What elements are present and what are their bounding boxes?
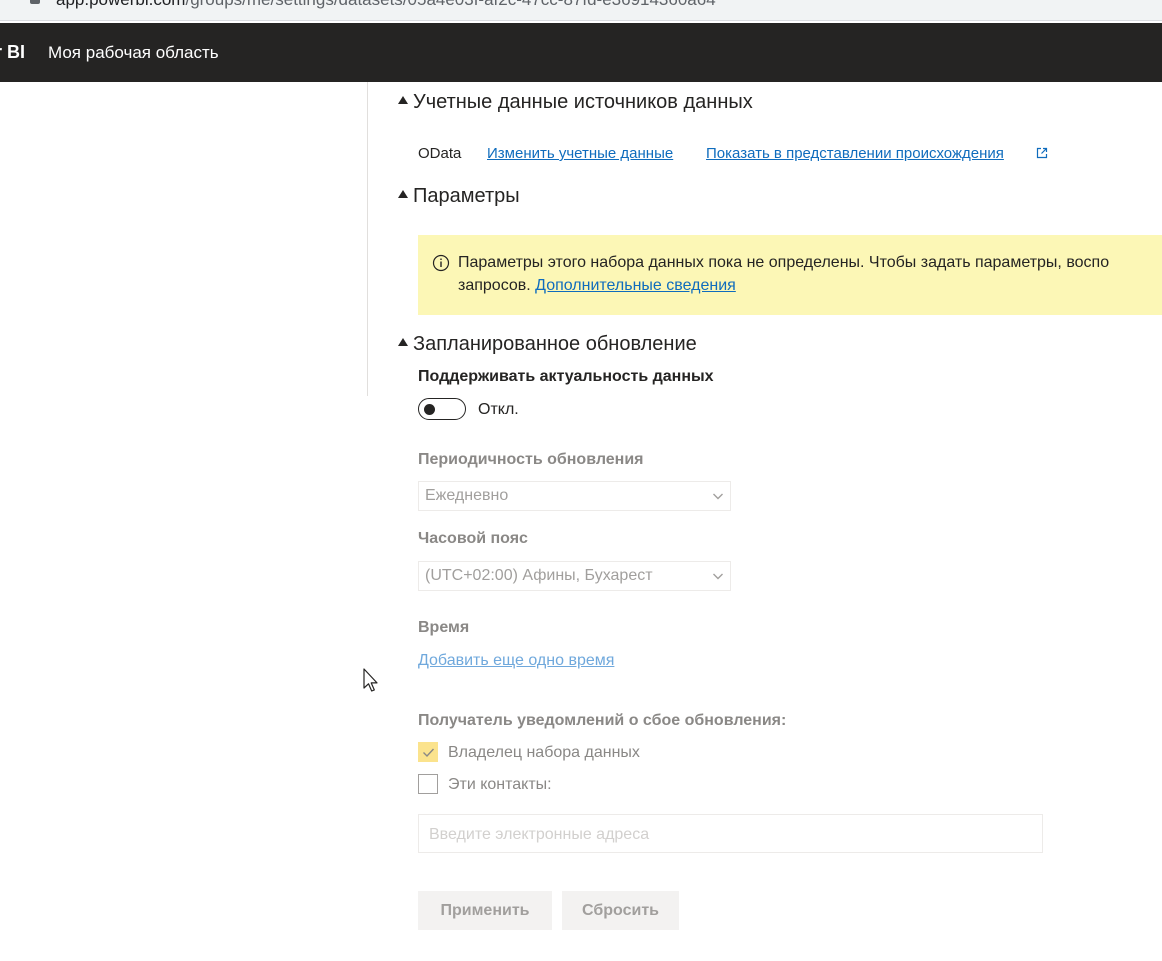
learn-more-link[interactable]: Дополнительные сведения xyxy=(535,277,736,294)
collapse-triangle-icon xyxy=(398,96,408,104)
refresh-frequency-select[interactable]: Ежедневно xyxy=(418,481,731,511)
app-header: r BI Моя рабочая область xyxy=(0,23,1162,82)
parameters-notice: Параметры этого набора данных пока не оп… xyxy=(418,235,1162,315)
notice-text-line2: запросов. Дополнительные сведения xyxy=(458,277,736,295)
reset-button[interactable]: Сбросить xyxy=(562,891,679,930)
show-lineage-link[interactable]: Показать в представлении происхождения xyxy=(706,145,1004,162)
failure-notification-label: Получатель уведомлений о сбое обновления… xyxy=(418,712,787,729)
apply-button[interactable]: Применить xyxy=(418,891,552,930)
toggle-knob xyxy=(424,404,435,415)
credentials-section-header[interactable]: Учетные данные источников данных xyxy=(398,91,753,114)
url-path: /groups/me/settings/datasets/05a4e03f-af… xyxy=(185,0,715,9)
time-zone-label: Часовой пояс xyxy=(418,530,528,547)
owner-checkbox[interactable] xyxy=(418,742,438,762)
notice-text: Параметры этого набора данных пока не оп… xyxy=(458,254,1110,271)
url-host: app.powerbi.com xyxy=(56,0,185,9)
datasource-type: OData xyxy=(418,145,462,162)
collapse-triangle-icon xyxy=(398,338,408,346)
section-title: Параметры xyxy=(413,185,520,207)
email-addresses-input[interactable]: Введите электронные адреса xyxy=(418,814,1043,853)
notice-text-tail: запросов. xyxy=(458,277,531,294)
chevron-down-icon xyxy=(713,493,723,500)
keep-data-updated-label: Поддерживать актуальность данных xyxy=(418,368,714,385)
lock-icon xyxy=(30,0,40,4)
edit-credentials-link[interactable]: Изменить учетные данные xyxy=(487,145,673,162)
section-title: Запланированное обновление xyxy=(413,333,697,355)
checkmark-icon xyxy=(423,748,435,758)
contacts-checkbox-label: Эти контакты: xyxy=(448,776,552,793)
email-placeholder: Введите электронные адреса xyxy=(429,826,650,843)
toggle-state-label: Откл. xyxy=(478,401,519,418)
mouse-cursor-icon xyxy=(363,668,378,692)
section-title: Учетные данные источников данных xyxy=(413,91,753,113)
refresh-frequency-label: Периодичность обновления xyxy=(418,451,644,468)
left-pane-divider xyxy=(367,82,368,396)
contacts-checkbox[interactable] xyxy=(418,774,438,794)
parameters-section-header[interactable]: Параметры xyxy=(398,185,520,208)
workspace-breadcrumb[interactable]: Моя рабочая область xyxy=(48,43,219,63)
external-link-icon[interactable] xyxy=(1036,147,1048,159)
scheduled-refresh-section-header[interactable]: Запланированное обновление xyxy=(398,333,697,356)
time-label: Время xyxy=(418,619,470,636)
chevron-down-icon xyxy=(713,573,723,580)
address-url[interactable]: app.powerbi.com/groups/me/settings/datas… xyxy=(56,0,716,10)
select-value: (UTC+02:00) Афины, Бухарест xyxy=(425,567,653,584)
time-zone-select[interactable]: (UTC+02:00) Афины, Бухарест xyxy=(418,561,731,591)
app-brand[interactable]: r BI xyxy=(0,42,25,63)
owner-checkbox-label: Владелец набора данных xyxy=(448,744,640,761)
add-another-time-link[interactable]: Добавить еще одно время xyxy=(418,652,614,670)
select-value: Ежедневно xyxy=(425,487,509,504)
browser-address-bar[interactable]: app.powerbi.com/groups/me/settings/datas… xyxy=(0,0,1162,21)
info-icon xyxy=(432,254,450,272)
collapse-triangle-icon xyxy=(398,190,408,198)
keep-data-updated-toggle[interactable] xyxy=(418,398,466,420)
